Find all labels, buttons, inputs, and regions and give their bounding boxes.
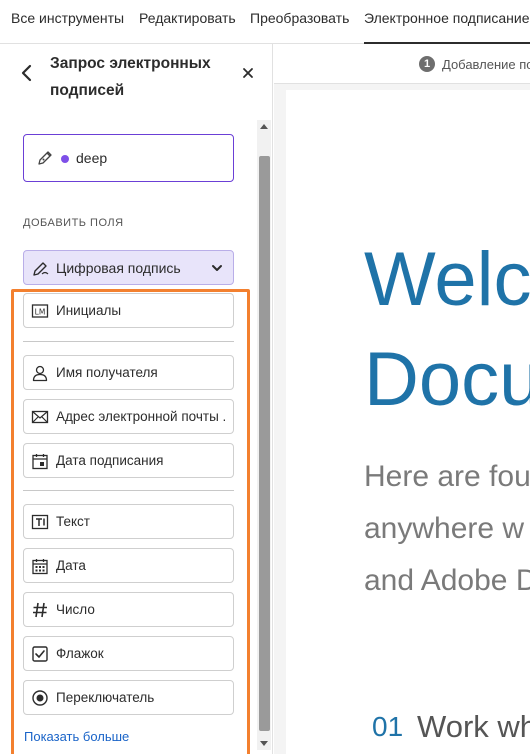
number-icon [33, 602, 47, 618]
show-more-link[interactable]: Показать больше [24, 729, 129, 744]
field-date[interactable]: Дата [23, 548, 234, 583]
doc-subtitle-line-3: and Adobe D [364, 564, 530, 597]
request-signatures-panel: Запрос электронных подписей deep ДОБАВИТ… [0, 44, 273, 754]
panel-scrollbar[interactable] [257, 120, 271, 750]
panel-title: Запрос электронных подписей [50, 55, 211, 99]
tab-convert[interactable]: Преобразовать [250, 0, 349, 44]
scroll-up-arrow[interactable] [260, 124, 268, 129]
svg-text:LM: LM [35, 308, 46, 317]
chevron-down-icon [212, 265, 222, 271]
section-number: 01 [372, 711, 404, 742]
field-checkbox[interactable]: Флажок [23, 636, 234, 671]
field-text[interactable]: Текст [23, 504, 234, 539]
doc-title-line-2: Docu [364, 337, 530, 422]
top-nav: Все инструменты Редактировать Преобразов… [0, 0, 530, 44]
initials-icon: LM [31, 304, 49, 318]
field-recipient-name[interactable]: Имя получателя [23, 355, 234, 390]
recipient-selector[interactable]: deep [23, 134, 234, 182]
tab-edit[interactable]: Редактировать [139, 0, 236, 44]
field-initials[interactable]: LM Инициалы [23, 293, 234, 328]
envelope-icon [31, 410, 49, 424]
back-arrow-icon[interactable] [18, 64, 36, 82]
close-icon[interactable] [240, 65, 256, 81]
scroll-thumb[interactable] [259, 156, 270, 731]
recipient-name: deep [76, 150, 108, 166]
field-label: Адрес электронной почты ... [56, 409, 226, 424]
tab-all-tools[interactable]: Все инструменты [11, 0, 124, 44]
field-label: Текст [56, 514, 90, 529]
doc-subtitle-line-2: anywhere w [364, 512, 525, 545]
field-label: Число [56, 602, 95, 617]
signature-pen-icon [33, 262, 49, 276]
field-number[interactable]: Число [23, 592, 234, 627]
radio-icon [32, 690, 48, 706]
field-label: Переключатель [56, 690, 155, 705]
field-label: Флажок [56, 646, 104, 661]
calendar-signed-icon [32, 454, 48, 470]
person-icon [32, 365, 48, 382]
field-label: Имя получателя [56, 365, 158, 380]
digital-signature-dropdown[interactable]: Цифровая подпись [23, 250, 234, 285]
step-number-badge: 1 [419, 56, 435, 72]
scroll-down-arrow[interactable] [260, 741, 268, 746]
step-label: Добавление по [442, 57, 530, 72]
calendar-icon [32, 559, 48, 575]
add-fields-label: ДОБАВИТЬ ПОЛЯ [23, 217, 124, 229]
document-page: Welc Docu Here are fou anywhere w and Ad… [286, 90, 530, 754]
doc-subtitle-line-1: Here are fou [364, 460, 530, 493]
text-field-icon [31, 514, 49, 530]
checkbox-icon [32, 646, 48, 662]
steps-header: 1 Добавление по [274, 44, 530, 84]
pen-icon [38, 151, 52, 165]
field-label: Дата [56, 558, 86, 573]
field-label: Дата подписания [56, 453, 164, 468]
field-radio[interactable]: Переключатель [23, 680, 234, 715]
field-label: Инициалы [56, 303, 122, 318]
document-preview: 1 Добавление по Welc Docu Here are fou a… [274, 44, 530, 754]
field-email[interactable]: Адрес электронной почты ... [23, 399, 234, 434]
recipient-color-dot [61, 155, 69, 163]
tab-e-sign[interactable]: Электронное подписание [364, 0, 530, 44]
doc-title-line-1: Welc [364, 237, 530, 322]
field-date-signed[interactable]: Дата подписания [23, 443, 234, 478]
section-heading: Work wh [417, 709, 530, 744]
divider [23, 490, 234, 491]
digital-signature-label: Цифровая подпись [56, 260, 181, 276]
divider [23, 341, 234, 342]
